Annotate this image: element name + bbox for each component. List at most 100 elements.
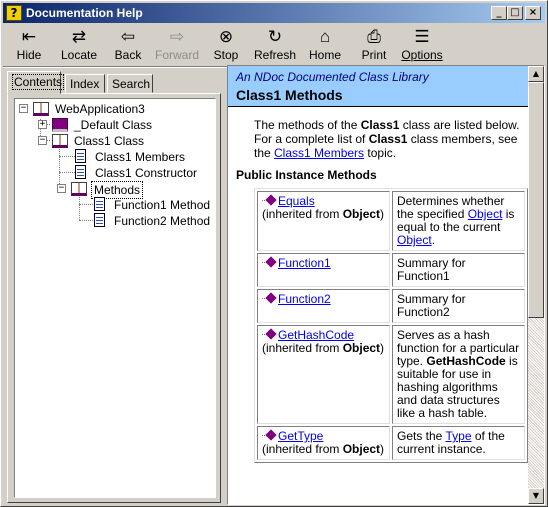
inherited-class: Object	[342, 442, 381, 456]
window-title: Documentation Help	[26, 6, 143, 20]
tree-item-function1[interactable]: Function1 Method	[92, 197, 215, 213]
inherited-text: (inherited from	[262, 341, 343, 355]
gethashcode-link[interactable]: GetHashCode	[278, 328, 354, 342]
vertical-scrollbar[interactable]: ▲ ▼	[528, 66, 544, 504]
table-row: Function1 Summary for Function1	[257, 253, 525, 287]
hide-pane-icon: ⇤	[21, 27, 37, 46]
method-desc-cell: Gets the Type of the current instance.	[392, 426, 525, 460]
method-icon	[262, 294, 276, 303]
library-name: An NDoc Documented Class Library	[236, 70, 429, 84]
print-label: Print	[361, 48, 387, 62]
intro-text: The methods of the	[254, 118, 361, 132]
function1-link[interactable]: Function1	[278, 256, 331, 270]
options-icon: ☰	[414, 27, 430, 46]
intro-class-name: Class1	[360, 118, 400, 132]
tree-item-class1-icon-wrap	[52, 133, 72, 149]
stop-label: Stop	[213, 48, 239, 62]
object-link[interactable]: Object	[468, 207, 503, 221]
stop-icon: ⊗	[218, 27, 234, 46]
equals-link[interactable]: Equals	[278, 194, 315, 208]
tab-index[interactable]: Index	[65, 74, 105, 93]
scroll-thumb[interactable]	[528, 82, 544, 318]
class1-members-link[interactable]: Class1 Members	[274, 146, 364, 160]
tree-item-methods[interactable]: − Methods	[55, 181, 205, 199]
tree-item-function2[interactable]: Function2 Method	[92, 213, 215, 229]
topic-banner: An NDoc Documented Class Library Class1 …	[228, 66, 528, 107]
help-app-icon[interactable]: ?	[6, 5, 22, 21]
method-name-cell: Equals (inherited from Object)	[257, 191, 390, 251]
page-icon	[94, 213, 105, 227]
contents-tree[interactable]: − WebApplication3 + _Default Class − Cla…	[14, 98, 216, 498]
method-desc-cell: Summary for Function1	[392, 253, 525, 287]
page-icon	[75, 149, 86, 163]
function2-link[interactable]: Function2	[278, 292, 331, 306]
refresh-icon: ↻	[267, 27, 283, 46]
intro-text: topic.	[364, 146, 397, 160]
tree-item-root[interactable]: − WebApplication3	[17, 101, 207, 117]
collapse-toggle[interactable]: −	[19, 104, 28, 113]
gettype-link[interactable]: GetType	[278, 429, 323, 443]
tree-item-methods-icon-wrap	[71, 181, 91, 197]
hide-button[interactable]: ⇤ Hide	[9, 25, 49, 65]
type-link[interactable]: Type	[445, 429, 471, 443]
collapse-toggle[interactable]: −	[57, 184, 66, 193]
scroll-down-button[interactable]: ▼	[528, 488, 544, 504]
print-button[interactable]: ⎙ Print	[355, 25, 393, 65]
scroll-up-button[interactable]: ▲	[528, 66, 544, 82]
inherited-close: )	[380, 341, 385, 355]
stop-button[interactable]: ⊗ Stop	[207, 25, 245, 65]
tree-item-class1-constructor[interactable]: Class1 Constructor	[73, 165, 213, 181]
tree-item-label: Class1 Members	[95, 150, 186, 164]
desc-bold: GetHashCode	[426, 354, 506, 368]
intro-paragraph: The methods of the Class1 class are list…	[254, 118, 524, 160]
tree-item-class1[interactable]: − Class1 Class	[36, 133, 206, 149]
page-icon	[75, 165, 86, 179]
tab-contents[interactable]: Contents	[7, 71, 65, 94]
tree-item-root-icon-wrap	[33, 101, 53, 117]
tree-item-default-class[interactable]: + _Default Class	[36, 117, 206, 133]
options-button[interactable]: ☰ Options	[399, 25, 445, 65]
open-book-icon	[52, 134, 68, 148]
back-button[interactable]: ⇦ Back	[109, 25, 147, 65]
method-icon	[262, 258, 276, 267]
maximize-button[interactable]: □	[507, 6, 523, 20]
printer-icon: ⎙	[367, 27, 381, 46]
method-name-cell: GetHashCode (inherited from Object)	[257, 325, 390, 424]
tree-item-class1-members[interactable]: Class1 Members	[73, 149, 213, 165]
inherited-close: )	[380, 207, 385, 221]
table-row: Equals (inherited from Object) Determine…	[257, 191, 525, 251]
tree-connector	[79, 204, 93, 205]
home-label: Home	[308, 48, 341, 62]
desc-text: Gets the	[397, 429, 446, 443]
collapse-toggle[interactable]: −	[38, 136, 47, 145]
home-button[interactable]: ⌂ Home	[305, 25, 345, 65]
back-arrow-icon: ⇦	[120, 27, 136, 46]
object-link[interactable]: Object	[397, 233, 432, 247]
intro-class-name: Class1	[368, 132, 408, 146]
minimize-button[interactable]: _	[491, 6, 507, 20]
refresh-button[interactable]: ↻ Refresh	[251, 25, 299, 65]
expand-toggle[interactable]: +	[38, 120, 47, 129]
close-button[interactable]: ×	[525, 6, 541, 20]
tab-search[interactable]: Search	[107, 74, 153, 93]
topic-panel: An NDoc Documented Class Library Class1 …	[227, 65, 545, 505]
locate-button[interactable]: ⇄ Locate	[55, 25, 103, 65]
title-bar[interactable]: ? Documentation Help _ □ ×	[3, 3, 545, 23]
method-desc-cell: Determines whether the specified Object …	[392, 191, 525, 251]
inherited-class: Object	[342, 207, 381, 221]
refresh-label: Refresh	[253, 48, 297, 62]
tree-item-label: _Default Class	[74, 118, 153, 132]
help-window: ? Documentation Help _ □ × ⇤ Hide ⇄ Loca…	[0, 0, 548, 507]
forward-button[interactable]: ⇨ Forward	[153, 25, 201, 65]
page-icon	[94, 197, 105, 211]
closed-book-icon	[52, 118, 68, 132]
locate-icon: ⇄	[71, 27, 87, 46]
tree-item-label: WebApplication3	[55, 102, 145, 116]
toolbar: ⇤ Hide ⇄ Locate ⇦ Back ⇨ Forward ⊗ Stop …	[3, 24, 545, 66]
inherited-text: (inherited from	[262, 207, 343, 221]
open-book-icon	[71, 182, 87, 196]
table-row: GetHashCode (inherited from Object) Serv…	[257, 325, 525, 424]
tree-connector	[79, 220, 93, 221]
method-icon	[262, 196, 276, 205]
forward-label: Forward	[154, 48, 199, 62]
